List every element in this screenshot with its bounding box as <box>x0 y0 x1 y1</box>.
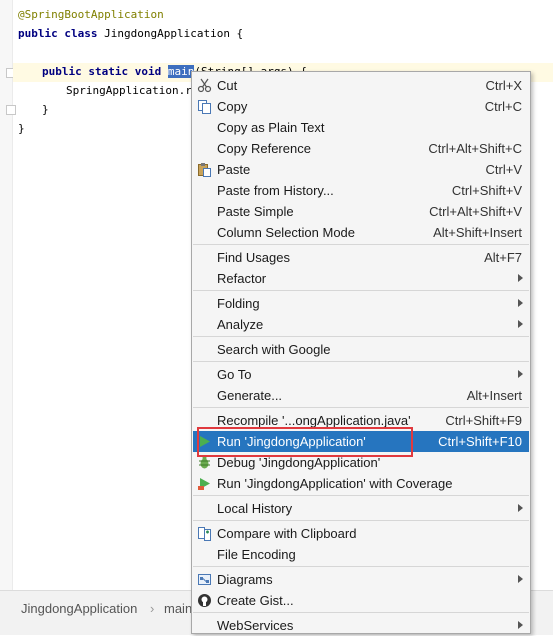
submenu-arrow-icon <box>518 299 523 307</box>
menu-item-run-with-coverage[interactable]: Run 'JingdongApplication' with Coverage <box>193 473 529 494</box>
menu-item-recompile[interactable]: Recompile '...ongApplication.java' Ctrl+S… <box>193 410 529 431</box>
menu-item-copy-plain-text[interactable]: Copy as Plain Text <box>193 117 529 138</box>
menu-item-go-to[interactable]: Go To <box>193 364 529 385</box>
menu-separator <box>193 361 529 362</box>
menu-item-compare-with-clipboard[interactable]: Compare with Clipboard <box>193 523 529 544</box>
menu-item-run[interactable]: Run 'JingdongApplication' Ctrl+Shift+F10 <box>193 431 529 452</box>
menu-separator <box>193 290 529 291</box>
menu-item-refactor[interactable]: Refactor <box>193 268 529 289</box>
github-icon <box>198 594 211 607</box>
submenu-arrow-icon <box>518 621 523 629</box>
compare-icon <box>198 527 211 541</box>
run-icon <box>200 436 210 447</box>
code-line-run: SpringApplication.run <box>66 84 206 97</box>
editor-gutter <box>0 0 13 590</box>
menu-separator <box>193 612 529 613</box>
submenu-arrow-icon <box>518 320 523 328</box>
menu-item-copy[interactable]: Copy Ctrl+C <box>193 96 529 117</box>
menu-item-paste-from-history[interactable]: Paste from History... Ctrl+Shift+V <box>193 180 529 201</box>
submenu-arrow-icon <box>518 370 523 378</box>
menu-item-cut[interactable]: Cut Ctrl+X <box>193 75 529 96</box>
copy-icon <box>198 100 211 114</box>
context-menu: Cut Ctrl+X Copy Ctrl+C Copy as Plain Text … <box>191 71 531 634</box>
debug-icon <box>199 456 210 469</box>
submenu-arrow-icon <box>518 575 523 583</box>
menu-separator <box>193 407 529 408</box>
menu-item-create-gist[interactable]: Create Gist... <box>193 590 529 611</box>
menu-separator <box>193 244 529 245</box>
menu-item-analyze[interactable]: Analyze <box>193 314 529 335</box>
submenu-arrow-icon <box>518 274 523 282</box>
paste-icon <box>198 163 211 177</box>
menu-item-local-history[interactable]: Local History <box>193 498 529 519</box>
menu-item-file-encoding[interactable]: File Encoding <box>193 544 529 565</box>
coverage-icon <box>198 478 210 490</box>
menu-item-folding[interactable]: Folding <box>193 293 529 314</box>
breadcrumb-method[interactable]: main <box>164 601 192 616</box>
breadcrumb-separator: › <box>150 601 155 616</box>
menu-separator <box>193 520 529 521</box>
code-line-close-outer: } <box>18 122 25 135</box>
breadcrumb-class[interactable]: JingdongApplication <box>21 601 137 616</box>
menu-item-find-usages[interactable]: Find Usages Alt+F7 <box>193 247 529 268</box>
menu-item-copy-reference[interactable]: Copy Reference Ctrl+Alt+Shift+C <box>193 138 529 159</box>
code-line-annotation: @SpringBootApplication <box>18 8 164 21</box>
menu-item-paste[interactable]: Paste Ctrl+V <box>193 159 529 180</box>
menu-item-diagrams[interactable]: Diagrams <box>193 569 529 590</box>
menu-item-column-selection-mode[interactable]: Column Selection Mode Alt+Shift+Insert <box>193 222 529 243</box>
menu-item-paste-simple[interactable]: Paste Simple Ctrl+Alt+Shift+V <box>193 201 529 222</box>
menu-item-generate[interactable]: Generate... Alt+Insert <box>193 385 529 406</box>
menu-separator <box>193 566 529 567</box>
diagram-icon <box>198 574 211 585</box>
menu-item-debug[interactable]: Debug 'JingdongApplication' <box>193 452 529 473</box>
code-line-close-inner: } <box>42 103 49 116</box>
fold-marker-icon[interactable] <box>6 105 16 115</box>
menu-separator <box>193 336 529 337</box>
code-line-class: public class JingdongApplication { <box>18 27 244 40</box>
scissors-icon <box>197 78 212 93</box>
menu-item-webservices[interactable]: WebServices <box>193 615 529 636</box>
menu-item-search-with-google[interactable]: Search with Google <box>193 339 529 360</box>
submenu-arrow-icon <box>518 504 523 512</box>
menu-separator <box>193 495 529 496</box>
